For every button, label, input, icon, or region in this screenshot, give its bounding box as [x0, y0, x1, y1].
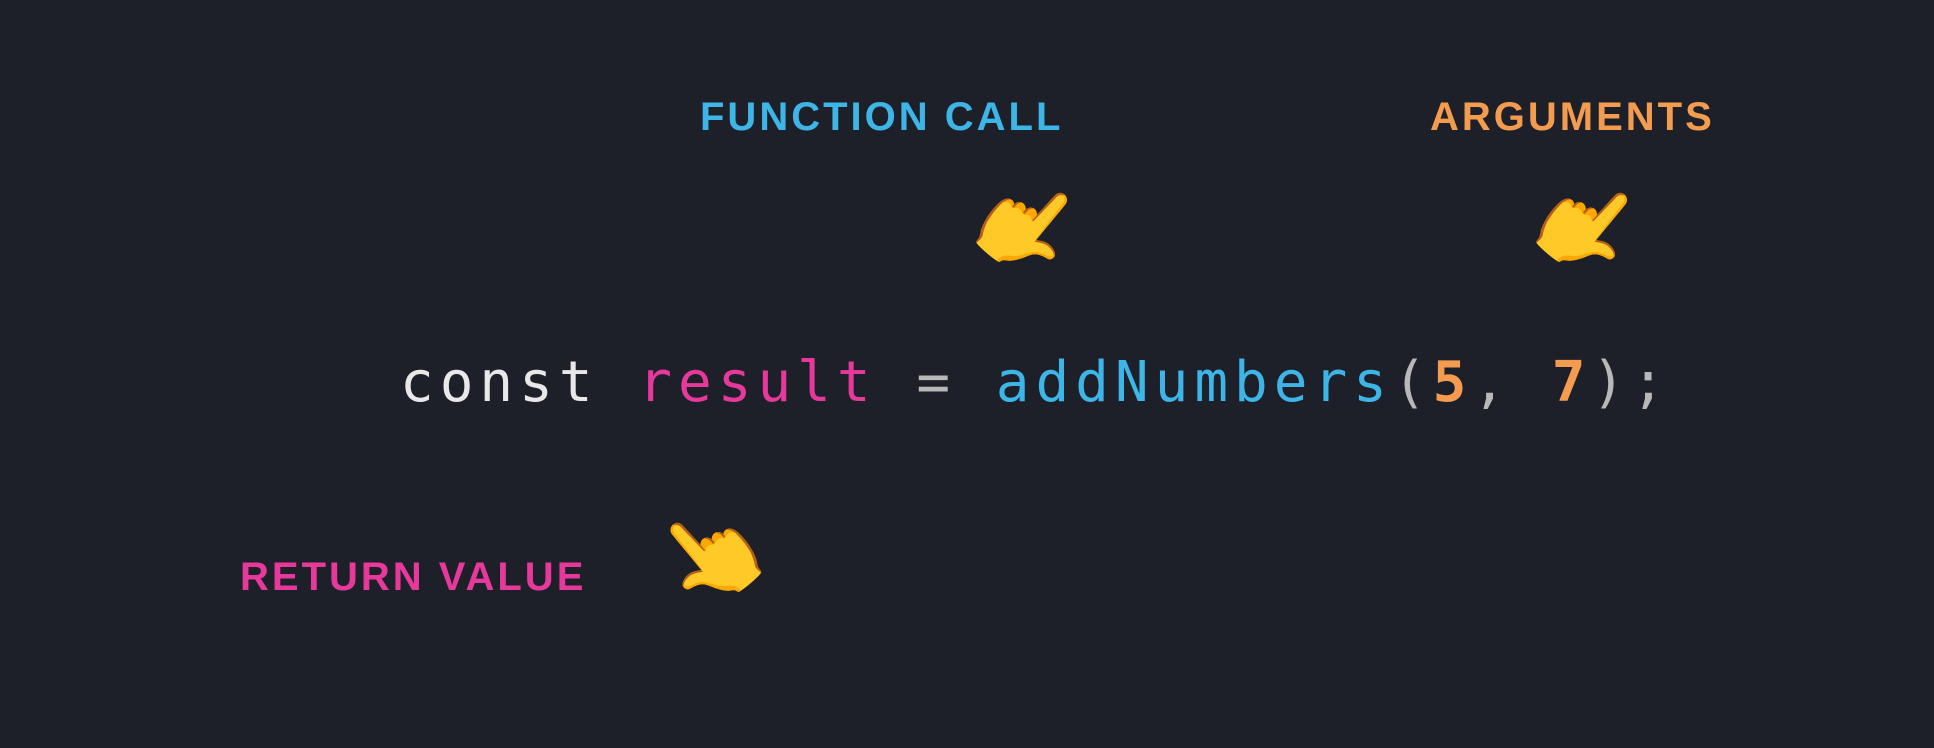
label-function-call: FUNCTION CALL	[700, 95, 1063, 140]
token-paren-close: )	[1592, 350, 1632, 415]
token-keyword: const	[400, 350, 599, 415]
label-arguments: ARGUMENTS	[1430, 95, 1715, 140]
token-comma: ,	[1472, 350, 1512, 415]
token-semicolon: ;	[1631, 350, 1671, 415]
pointer-icon-return-value: 👆	[640, 485, 784, 626]
label-return-value: RETURN VALUE	[240, 555, 586, 600]
token-arg2: 7	[1552, 350, 1592, 415]
code-line: const result = addNumbers(5, 7);	[400, 350, 1671, 415]
token-variable: result	[638, 350, 876, 415]
token-equals: =	[916, 350, 956, 415]
token-function-name: addNumbers	[996, 350, 1393, 415]
pointer-icon-function-call: 👆	[954, 155, 1098, 296]
pointer-icon-arguments: 👆	[1514, 155, 1658, 296]
token-paren-open: (	[1393, 350, 1433, 415]
token-arg1: 5	[1433, 350, 1473, 415]
